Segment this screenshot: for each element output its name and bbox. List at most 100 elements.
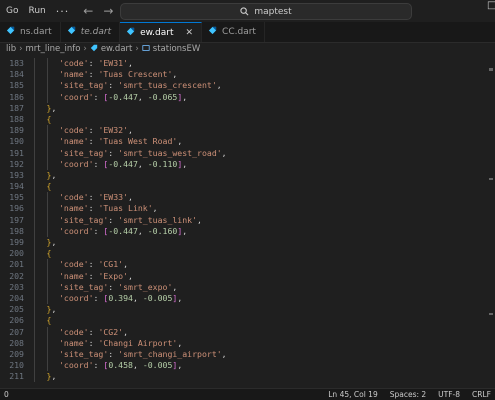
breadcrumb-item[interactable]: mrt_line_info [26, 44, 81, 54]
line-number: 199 [9, 237, 24, 247]
indent-guide [46, 158, 48, 170]
line-number: 184 [9, 69, 24, 80]
code-line[interactable]: 194 { [0, 181, 495, 193]
code-line[interactable]: 202 'name': 'Expo', [0, 270, 495, 282]
code-line[interactable]: 196 'name': 'Tuas Link', [0, 203, 495, 215]
command-center-search[interactable]: maptest [120, 3, 412, 20]
code-line[interactable]: 208 'name': 'Changi Airport', [0, 337, 495, 349]
code-line[interactable]: 203 'site_tag': 'smrt_expo', [0, 281, 495, 293]
indent-guide [34, 192, 35, 204]
code-lines: 183 'code': 'EW31', 184 'name': 'Tuas Cresc… [0, 58, 495, 383]
breadcrumb-item[interactable]: ew.dart [101, 44, 133, 54]
indent-guide [34, 270, 35, 282]
forward-arrow-icon[interactable]: → [103, 4, 113, 18]
tab-te-dart[interactable]: te.dart [61, 22, 121, 42]
breadcrumb: lib › mrt_line_info › ew.dart › stations… [0, 42, 495, 56]
code-line[interactable]: 205}, [0, 304, 495, 316]
code-line[interactable]: 200 { [0, 248, 495, 260]
close-icon[interactable]: ✕ [186, 28, 194, 38]
line-number: 195 [9, 192, 24, 203]
code-line[interactable]: 193}, [0, 169, 495, 182]
breadcrumb-item[interactable]: stationsEW [153, 44, 200, 54]
code-editor[interactable]: 183 'code': 'EW31', 184 'name': 'Tuas Cresc… [0, 58, 495, 388]
code-text: }, [46, 371, 57, 382]
line-number: 207 [9, 326, 24, 337]
status-cursor-position[interactable]: Ln 45, Col 19 [328, 390, 377, 399]
code-line[interactable]: 197 'site_tag': 'smrt_tuas_link', [0, 214, 495, 226]
code-line[interactable]: 191 'site_tag': 'smrt_tuas_west_road', [0, 147, 495, 159]
scrollbar[interactable] [489, 58, 493, 388]
code-text: 'code': 'EW32', [59, 125, 133, 136]
code-line[interactable]: 186 'coord': [-0.447, -0.065], [0, 91, 495, 103]
code-text: 'site_tag': 'smrt_expo', [59, 281, 178, 292]
code-line[interactable]: 209 'site_tag': 'smrt_changi_airport', [0, 348, 495, 361]
more-menu-icon[interactable]: ··· [56, 5, 70, 18]
indent-guide [34, 69, 35, 81]
code-text: 'site_tag': 'smrt_tuas_link', [59, 214, 202, 225]
chevron-right-icon: › [83, 44, 87, 54]
window-control-icon[interactable]: □ [487, 0, 495, 22]
line-number: 204 [9, 292, 24, 303]
code-text: 'coord': [-0.447, -0.160], [59, 225, 188, 236]
dart-file-icon [67, 26, 76, 38]
tab-ns-dart[interactable]: ns.dart [0, 22, 61, 42]
line-number: 188 [9, 113, 24, 124]
tab-ew-dart[interactable]: ew.dart ✕ [120, 22, 203, 42]
code-text: }, [46, 102, 57, 113]
tab-cc-dart[interactable]: CC.dart [202, 22, 265, 42]
code-line[interactable]: 211}, [0, 371, 495, 383]
indent-guide [34, 203, 35, 215]
status-problems[interactable]: 0 [4, 390, 9, 399]
line-number: 208 [9, 337, 24, 348]
status-eol[interactable]: CRLF [472, 390, 491, 399]
code-line[interactable]: 185 'site_tag': 'smrt_tuas_crescent', [0, 80, 495, 92]
code-line[interactable]: 201 'code': 'CG1', [0, 259, 495, 271]
code-line[interactable]: 183 'code': 'EW31', [0, 58, 495, 70]
line-number: 189 [9, 125, 24, 136]
indent-guide [46, 125, 48, 137]
code-line[interactable]: 207 'code': 'CG2', [0, 326, 495, 338]
code-line[interactable]: 189 'code': 'EW32', [0, 125, 495, 137]
line-number: 192 [9, 158, 24, 169]
indent-guide [34, 281, 35, 293]
code-text: 'site_tag': 'smrt_changi_airport', [59, 348, 227, 359]
line-number: 194 [9, 181, 24, 192]
indent-guide [34, 58, 35, 70]
code-line[interactable]: 184 'name': 'Tuas Crescent', [0, 69, 495, 81]
code-line[interactable]: 195 'code': 'EW33', [0, 192, 495, 204]
code-line[interactable]: 192 'coord': [-0.447, -0.110], [0, 158, 495, 170]
code-line[interactable]: 187}, [0, 102, 495, 114]
chevron-right-icon: › [135, 44, 139, 54]
code-text: 'coord': [0.458, -0.005], [59, 360, 183, 371]
editor-tabs: ns.dart te.dart ew.dart ✕ CC.dart [0, 22, 495, 43]
code-line[interactable]: 199}, [0, 237, 495, 249]
line-number: 206 [9, 315, 24, 326]
indent-guide [34, 348, 35, 361]
indent-guide [34, 292, 35, 305]
back-arrow-icon[interactable]: ← [83, 4, 93, 18]
code-line[interactable]: 198 'coord': [-0.447, -0.160], [0, 225, 495, 237]
status-encoding[interactable]: UTF-8 [438, 390, 460, 399]
indent-guide [34, 259, 35, 271]
code-text: 'coord': [-0.447, -0.065], [59, 91, 188, 102]
menu-go[interactable]: Go [6, 6, 18, 16]
code-text: { [46, 113, 52, 124]
indent-guide [34, 136, 35, 148]
code-text: { [46, 248, 52, 259]
breadcrumb-item[interactable]: lib [6, 44, 16, 54]
code-text: 'code': 'EW31', [59, 58, 133, 68]
status-indentation[interactable]: Spaces: 2 [390, 390, 426, 399]
code-text: 'name': 'Changi Airport', [59, 337, 183, 348]
code-line[interactable]: 210 'coord': [0.458, -0.005], [0, 360, 495, 372]
code-line[interactable]: 206 { [0, 315, 495, 327]
line-number: 196 [9, 203, 24, 214]
code-line[interactable]: 188 { [0, 113, 495, 126]
line-number: 187 [9, 102, 24, 113]
line-number: 209 [9, 348, 24, 359]
code-line[interactable]: 190 'name': 'Tuas West Road', [0, 136, 495, 148]
code-line[interactable]: 204 'coord': [0.394, -0.005], [0, 292, 495, 305]
line-number: 198 [9, 225, 24, 236]
line-number: 201 [9, 259, 24, 270]
indent-guide [46, 225, 48, 237]
menu-run[interactable]: Run [28, 6, 45, 16]
